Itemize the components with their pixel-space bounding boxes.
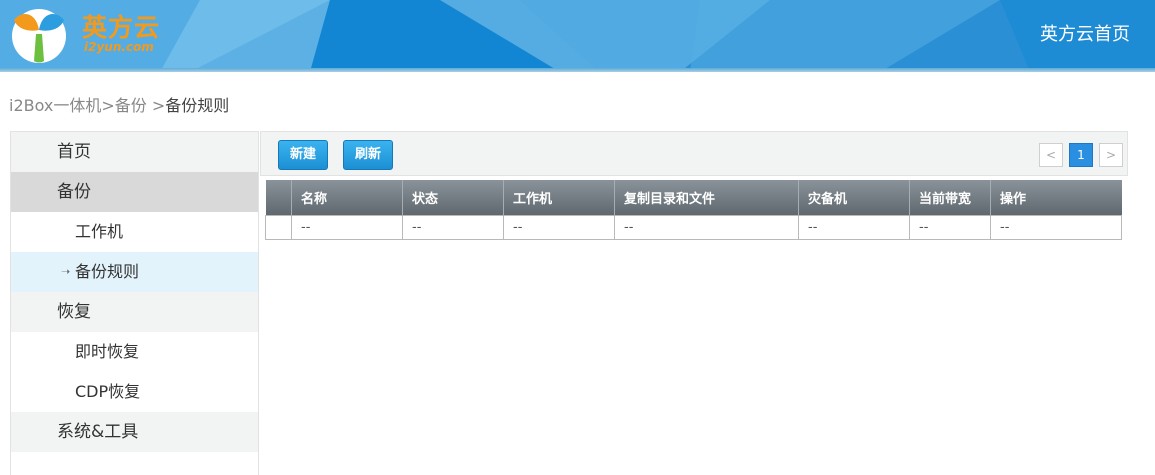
current-item-arrow-icon: ➝ [61, 265, 71, 278]
breadcrumb: i2Box一体机>备份 >备份规则 [9, 92, 229, 116]
sidebar-item-workstation[interactable]: 工作机 [11, 212, 258, 252]
table-cell: -- [291, 214, 403, 240]
sidebar-item-cdp-restore[interactable]: CDP恢复 [11, 372, 258, 412]
breadcrumb-current: 备份规则 [165, 96, 230, 115]
header-shadow [0, 68, 1155, 72]
column-header-copy-dirs[interactable]: 复制目录和文件 [614, 180, 799, 215]
brand-logo-icon [12, 9, 66, 63]
column-header-dr-machine[interactable]: 灾备机 [798, 180, 910, 215]
header-background [0, 0, 1155, 72]
table-row[interactable]: -- -- -- -- -- -- -- [265, 214, 1122, 240]
table-cell: -- [909, 214, 991, 240]
pager-prev-button[interactable]: < [1039, 143, 1063, 167]
sidebar-item-label: 即时恢复 [75, 342, 140, 361]
column-header-bandwidth[interactable]: 当前带宽 [909, 180, 991, 215]
brand-domain: i2yun.com [84, 40, 154, 54]
top-header: 英方云 i2yun.com 英方云首页 [0, 0, 1155, 72]
sidebar-item-label: 备份 [57, 182, 91, 202]
table-cell [265, 214, 292, 240]
table-cell: -- [503, 214, 615, 240]
sidebar-item-home[interactable]: 首页 [11, 132, 258, 172]
sidebar-item-label: 系统&工具 [57, 422, 139, 442]
pager-next-button[interactable]: > [1099, 143, 1123, 167]
sidebar-item-label: 备份规则 [75, 262, 140, 281]
sidebar-item-system-tools[interactable]: 系统&工具 [11, 412, 258, 452]
table-cell: -- [990, 214, 1122, 240]
home-link[interactable]: 英方云首页 [1040, 20, 1130, 46]
sidebar: 首页 备份 工作机 ➝ 备份规则 恢复 即时恢复 CDP恢复 系统&工具 [10, 131, 259, 475]
breadcrumb-path[interactable]: i2Box一体机>备份 > [9, 96, 165, 115]
pager-page-button[interactable]: 1 [1069, 143, 1093, 167]
table-cell: -- [798, 214, 910, 240]
table-cell: -- [614, 214, 799, 240]
refresh-button[interactable]: 刷新 [343, 140, 394, 170]
new-button[interactable]: 新建 [278, 140, 329, 170]
main-content: 新建 刷新 < 1 > 名称 状态 工作机 复制目录和文件 灾备机 当前带宽 操… [260, 131, 1128, 475]
column-header-workstation[interactable]: 工作机 [503, 180, 615, 215]
backup-rules-table: 名称 状态 工作机 复制目录和文件 灾备机 当前带宽 操作 -- -- -- -… [265, 180, 1122, 240]
column-header-select[interactable] [265, 180, 292, 215]
toolbar: 新建 刷新 < 1 > [260, 131, 1128, 176]
sidebar-item-instant-restore[interactable]: 即时恢复 [11, 332, 258, 372]
sidebar-item-label: CDP恢复 [75, 382, 141, 401]
sidebar-item-backup[interactable]: 备份 [11, 172, 258, 212]
sidebar-item-backup-rules[interactable]: ➝ 备份规则 [11, 252, 258, 292]
sidebar-item-label: 工作机 [75, 222, 124, 241]
column-header-name[interactable]: 名称 [291, 180, 403, 215]
sidebar-item-restore[interactable]: 恢复 [11, 292, 258, 332]
brand-name: 英方云 [82, 13, 161, 42]
column-header-actions[interactable]: 操作 [990, 180, 1122, 215]
sidebar-item-label: 恢复 [57, 302, 91, 322]
column-header-status[interactable]: 状态 [402, 180, 504, 215]
table-cell: -- [402, 214, 504, 240]
sidebar-item-label: 首页 [57, 142, 91, 162]
table-header-row: 名称 状态 工作机 复制目录和文件 灾备机 当前带宽 操作 [265, 180, 1122, 215]
